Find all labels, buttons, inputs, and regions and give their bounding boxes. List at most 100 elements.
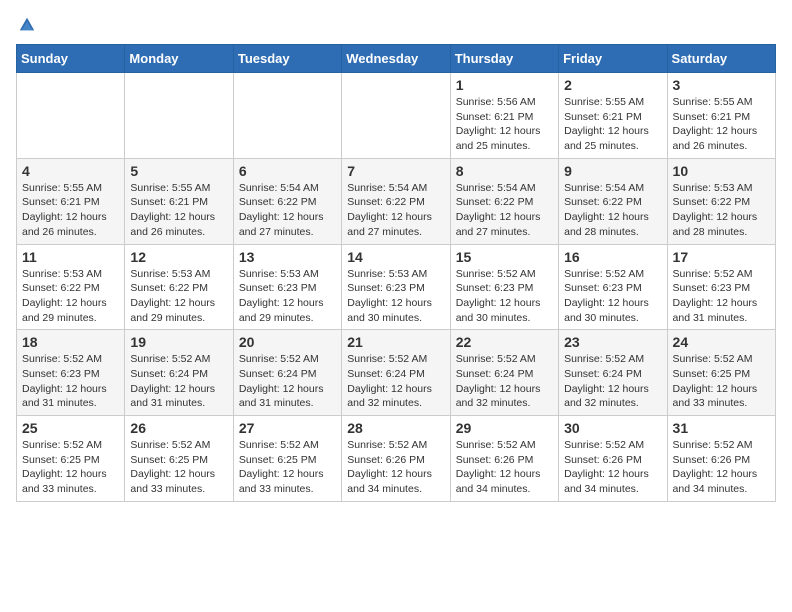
- cell-info: Sunrise: 5:53 AM Sunset: 6:22 PM Dayligh…: [673, 181, 770, 240]
- cell-day-number: 8: [456, 163, 553, 179]
- cell-info: Sunrise: 5:54 AM Sunset: 6:22 PM Dayligh…: [456, 181, 553, 240]
- calendar-cell: 20Sunrise: 5:52 AM Sunset: 6:24 PM Dayli…: [233, 330, 341, 416]
- logo: [16, 16, 36, 34]
- day-header-saturday: Saturday: [667, 45, 775, 73]
- cell-info: Sunrise: 5:53 AM Sunset: 6:22 PM Dayligh…: [22, 267, 119, 326]
- calendar-cell: 16 Sunrise: 5:52 AM Sunset: 6:23 PM Dayli…: [559, 244, 667, 330]
- cell-info: Sunrise: 5:52 AM Sunset: 6:26 PM Dayligh…: [347, 438, 444, 497]
- cell-day-number: 25: [22, 420, 119, 436]
- cell-day-number: 10: [673, 163, 770, 179]
- cell-info: Sunrise: 5:55 AM Sunset: 6:21 PM Dayligh…: [130, 181, 227, 240]
- calendar-cell: 6Sunrise: 5:54 AM Sunset: 6:22 PM Daylig…: [233, 158, 341, 244]
- cell-info: Sunrise: 5:52 AM Sunset: 6:24 PM Dayligh…: [347, 352, 444, 411]
- calendar-cell: 12Sunrise: 5:53 AM Sunset: 6:22 PM Dayli…: [125, 244, 233, 330]
- cell-day-number: 16: [564, 249, 661, 265]
- cell-day-number: 14: [347, 249, 444, 265]
- cell-info: Sunrise: 5:52 AM Sunset: 6:25 PM Dayligh…: [130, 438, 227, 497]
- cell-day-number: 26: [130, 420, 227, 436]
- calendar-cell: 25 Sunrise: 5:52 AM Sunset: 6:25 PM Dayli…: [17, 416, 125, 502]
- week-row-4: 18 Sunrise: 5:52 AM Sunset: 6:23 PM Dayli…: [17, 330, 776, 416]
- calendar-cell: 11 Sunrise: 5:53 AM Sunset: 6:22 PM Dayli…: [17, 244, 125, 330]
- cell-day-number: 28: [347, 420, 444, 436]
- calendar-cell: [17, 73, 125, 159]
- calendar-cell: 14 Sunrise: 5:53 AM Sunset: 6:23 PM Dayli…: [342, 244, 450, 330]
- calendar-cell: 7Sunrise: 5:54 AM Sunset: 6:22 PM Daylig…: [342, 158, 450, 244]
- cell-info: Sunrise: 5:54 AM Sunset: 6:22 PM Dayligh…: [564, 181, 661, 240]
- day-header-wednesday: Wednesday: [342, 45, 450, 73]
- calendar-cell: [342, 73, 450, 159]
- cell-day-number: 29: [456, 420, 553, 436]
- calendar-cell: 31Sunrise: 5:52 AM Sunset: 6:26 PM Dayli…: [667, 416, 775, 502]
- day-header-sunday: Sunday: [17, 45, 125, 73]
- cell-info: Sunrise: 5:52 AM Sunset: 6:23 PM Dayligh…: [673, 267, 770, 326]
- cell-info: Sunrise: 5:52 AM Sunset: 6:24 PM Dayligh…: [130, 352, 227, 411]
- cell-info: Sunrise: 5:52 AM Sunset: 6:24 PM Dayligh…: [456, 352, 553, 411]
- cell-day-number: 18: [22, 334, 119, 350]
- cell-day-number: 6: [239, 163, 336, 179]
- week-row-2: 4 Sunrise: 5:55 AM Sunset: 6:21 PM Daylig…: [17, 158, 776, 244]
- cell-day-number: 30: [564, 420, 661, 436]
- cell-day-number: 2: [564, 77, 661, 93]
- cell-day-number: 22: [456, 334, 553, 350]
- cell-day-number: 19: [130, 334, 227, 350]
- calendar-cell: 15 Sunrise: 5:52 AM Sunset: 6:23 PM Dayli…: [450, 244, 558, 330]
- cell-info: Sunrise: 5:52 AM Sunset: 6:25 PM Dayligh…: [673, 352, 770, 411]
- calendar-cell: 5 Sunrise: 5:55 AM Sunset: 6:21 PM Daylig…: [125, 158, 233, 244]
- cell-info: Sunrise: 5:52 AM Sunset: 6:23 PM Dayligh…: [564, 267, 661, 326]
- calendar-cell: [233, 73, 341, 159]
- calendar-cell: 24 Sunrise: 5:52 AM Sunset: 6:25 PM Dayli…: [667, 330, 775, 416]
- cell-day-number: 21: [347, 334, 444, 350]
- cell-info: Sunrise: 5:52 AM Sunset: 6:25 PM Dayligh…: [239, 438, 336, 497]
- cell-info: Sunrise: 5:53 AM Sunset: 6:23 PM Dayligh…: [239, 267, 336, 326]
- cell-day-number: 24: [673, 334, 770, 350]
- cell-day-number: 5: [130, 163, 227, 179]
- calendar-cell: 22 Sunrise: 5:52 AM Sunset: 6:24 PM Dayli…: [450, 330, 558, 416]
- page-header: [16, 16, 776, 34]
- cell-day-number: 20: [239, 334, 336, 350]
- week-row-3: 11 Sunrise: 5:53 AM Sunset: 6:22 PM Dayli…: [17, 244, 776, 330]
- days-header-row: SundayMondayTuesdayWednesdayThursdayFrid…: [17, 45, 776, 73]
- cell-day-number: 12: [130, 249, 227, 265]
- calendar-cell: 2 Sunrise: 5:55 AM Sunset: 6:21 PM Daylig…: [559, 73, 667, 159]
- cell-day-number: 27: [239, 420, 336, 436]
- cell-day-number: 7: [347, 163, 444, 179]
- calendar-cell: 1Sunrise: 5:56 AM Sunset: 6:21 PM Daylig…: [450, 73, 558, 159]
- calendar-cell: 29Sunrise: 5:52 AM Sunset: 6:26 PM Dayli…: [450, 416, 558, 502]
- cell-info: Sunrise: 5:53 AM Sunset: 6:23 PM Dayligh…: [347, 267, 444, 326]
- calendar-cell: 4 Sunrise: 5:55 AM Sunset: 6:21 PM Daylig…: [17, 158, 125, 244]
- cell-day-number: 23: [564, 334, 661, 350]
- cell-info: Sunrise: 5:52 AM Sunset: 6:25 PM Dayligh…: [22, 438, 119, 497]
- calendar-cell: 3Sunrise: 5:55 AM Sunset: 6:21 PM Daylig…: [667, 73, 775, 159]
- calendar-cell: 21 Sunrise: 5:52 AM Sunset: 6:24 PM Dayli…: [342, 330, 450, 416]
- cell-day-number: 4: [22, 163, 119, 179]
- calendar-cell: 19 Sunrise: 5:52 AM Sunset: 6:24 PM Dayli…: [125, 330, 233, 416]
- cell-info: Sunrise: 5:52 AM Sunset: 6:26 PM Dayligh…: [564, 438, 661, 497]
- logo-icon: [18, 16, 36, 34]
- cell-info: Sunrise: 5:52 AM Sunset: 6:24 PM Dayligh…: [564, 352, 661, 411]
- calendar-cell: 28 Sunrise: 5:52 AM Sunset: 6:26 PM Dayli…: [342, 416, 450, 502]
- cell-info: Sunrise: 5:52 AM Sunset: 6:26 PM Dayligh…: [673, 438, 770, 497]
- calendar-cell: 10 Sunrise: 5:53 AM Sunset: 6:22 PM Dayli…: [667, 158, 775, 244]
- cell-day-number: 1: [456, 77, 553, 93]
- cell-info: Sunrise: 5:55 AM Sunset: 6:21 PM Dayligh…: [22, 181, 119, 240]
- calendar-cell: 26 Sunrise: 5:52 AM Sunset: 6:25 PM Dayli…: [125, 416, 233, 502]
- cell-day-number: 15: [456, 249, 553, 265]
- day-header-thursday: Thursday: [450, 45, 558, 73]
- cell-day-number: 11: [22, 249, 119, 265]
- calendar-cell: 9 Sunrise: 5:54 AM Sunset: 6:22 PM Daylig…: [559, 158, 667, 244]
- cell-info: Sunrise: 5:52 AM Sunset: 6:23 PM Dayligh…: [456, 267, 553, 326]
- cell-info: Sunrise: 5:55 AM Sunset: 6:21 PM Dayligh…: [673, 95, 770, 154]
- calendar: SundayMondayTuesdayWednesdayThursdayFrid…: [16, 44, 776, 502]
- calendar-cell: 17 Sunrise: 5:52 AM Sunset: 6:23 PM Dayli…: [667, 244, 775, 330]
- day-header-monday: Monday: [125, 45, 233, 73]
- cell-info: Sunrise: 5:52 AM Sunset: 6:23 PM Dayligh…: [22, 352, 119, 411]
- week-row-5: 25 Sunrise: 5:52 AM Sunset: 6:25 PM Dayli…: [17, 416, 776, 502]
- cell-day-number: 9: [564, 163, 661, 179]
- cell-day-number: 17: [673, 249, 770, 265]
- day-header-friday: Friday: [559, 45, 667, 73]
- cell-info: Sunrise: 5:55 AM Sunset: 6:21 PM Dayligh…: [564, 95, 661, 154]
- calendar-cell: 18 Sunrise: 5:52 AM Sunset: 6:23 PM Dayli…: [17, 330, 125, 416]
- calendar-cell: 27 Sunrise: 5:52 AM Sunset: 6:25 PM Dayli…: [233, 416, 341, 502]
- calendar-cell: 8 Sunrise: 5:54 AM Sunset: 6:22 PM Daylig…: [450, 158, 558, 244]
- calendar-cell: 13Sunrise: 5:53 AM Sunset: 6:23 PM Dayli…: [233, 244, 341, 330]
